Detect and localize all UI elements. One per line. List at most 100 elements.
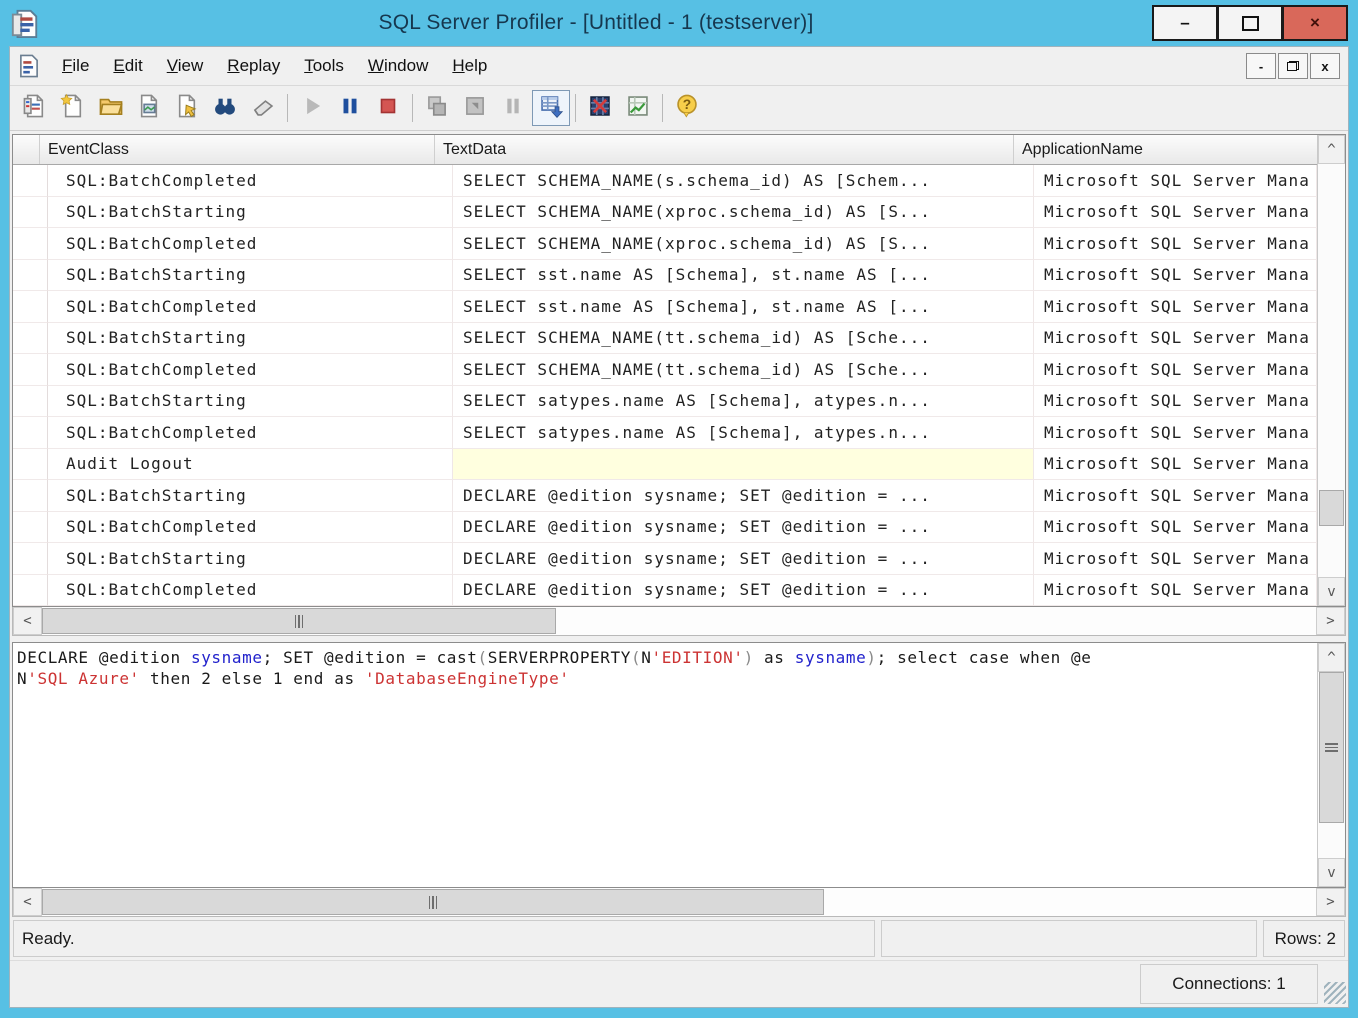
table-row[interactable]: SQL:BatchStartingDECLARE @edition sysnam… [13, 480, 1317, 512]
scroll-left-icon[interactable]: < [13, 888, 42, 916]
find-button[interactable] [206, 90, 244, 126]
grid-horizontal-scrollbar[interactable]: < > [12, 607, 1346, 636]
execute-one-step-button[interactable] [418, 90, 456, 126]
table-row[interactable]: SQL:BatchCompletedSELECT satypes.name AS… [13, 417, 1317, 449]
cell [13, 480, 48, 512]
open-trace-table-button[interactable] [130, 90, 168, 126]
toggle-breakpoint-button[interactable] [494, 90, 532, 126]
menu-edit[interactable]: Edit [101, 51, 154, 81]
sql-vertical-scrollbar[interactable]: ^ v [1317, 643, 1345, 887]
table-row[interactable]: Audit LogoutMicrosoft SQL Server Mana [13, 449, 1317, 481]
organize-columns-button[interactable] [619, 90, 657, 126]
sql-horizontal-scrollbar[interactable]: < > [12, 888, 1346, 917]
cell [13, 543, 48, 575]
open-trace-file-button[interactable] [92, 90, 130, 126]
status-ready: Ready. [13, 920, 875, 957]
child-restore-button[interactable] [1278, 53, 1308, 79]
run-to-cursor-button[interactable] [456, 90, 494, 126]
svg-text:?: ? [683, 95, 691, 111]
start-replay-button[interactable] [293, 90, 331, 126]
menu-items: FileEditViewReplayToolsWindowHelp [50, 51, 1246, 81]
child-minimize-button[interactable]: - [1246, 53, 1276, 79]
cell: SQL:BatchCompleted [48, 575, 453, 607]
extract-event-data-button[interactable] [581, 90, 619, 126]
table-row[interactable]: SQL:BatchStartingSELECT sst.name AS [Sch… [13, 260, 1317, 292]
menu-help[interactable]: Help [440, 51, 499, 81]
window-title: SQL Server Profiler - [Untitled - 1 (tes… [40, 11, 1152, 35]
double-bar-icon [500, 93, 526, 124]
cell [13, 386, 48, 418]
autoscroll-button[interactable] [532, 90, 570, 126]
help-button[interactable]: ? [668, 90, 706, 126]
sql-hscroll-track[interactable] [42, 888, 1316, 916]
grid-hscroll-track[interactable] [42, 607, 1316, 635]
cell [13, 197, 48, 229]
pause-trace-button[interactable] [331, 90, 369, 126]
cell: DECLARE @edition sysname; SET @edition =… [453, 512, 1034, 544]
events-grid: EventClassTextDataApplicationName SQL:Ba… [12, 134, 1346, 607]
resize-grip[interactable] [1324, 982, 1346, 1004]
cell [13, 449, 48, 481]
maximize-button[interactable] [1218, 5, 1283, 41]
table-row[interactable]: SQL:BatchStartingSELECT SCHEMA_NAME(tt.s… [13, 323, 1317, 355]
table-row[interactable]: SQL:BatchCompletedDECLARE @edition sysna… [13, 575, 1317, 607]
scroll-down-icon[interactable]: v [1318, 577, 1345, 606]
cell: DECLARE @edition sysname; SET @edition =… [453, 543, 1034, 575]
cell [13, 291, 48, 323]
cell: Microsoft SQL Server Mana [1034, 260, 1317, 292]
sql-hscroll-thumb[interactable] [42, 889, 824, 915]
table-row[interactable]: SQL:BatchCompletedSELECT sst.name AS [Sc… [13, 291, 1317, 323]
menu-view[interactable]: View [155, 51, 216, 81]
scroll-grip-icon [1325, 743, 1338, 752]
grid-vertical-scrollbar[interactable]: ^ v [1317, 135, 1345, 606]
scroll-right-icon[interactable]: > [1316, 607, 1345, 635]
scroll-left-icon[interactable]: < [13, 607, 42, 635]
cascade-icon [424, 93, 450, 124]
sql-line: DECLARE @edition sysname; SET @edition =… [17, 647, 1315, 668]
column-header-applicationname[interactable]: ApplicationName [1014, 135, 1317, 164]
table-row[interactable]: SQL:BatchStartingDECLARE @edition sysnam… [13, 543, 1317, 575]
scroll-right-icon[interactable]: > [1316, 888, 1345, 916]
menu-tools[interactable]: Tools [292, 51, 356, 81]
table-row[interactable]: SQL:BatchStartingSELECT SCHEMA_NAME(xpro… [13, 197, 1317, 229]
minimize-button[interactable]: – [1152, 5, 1218, 41]
stop-trace-button[interactable] [369, 90, 407, 126]
menubar: FileEditViewReplayToolsWindowHelp - x [10, 47, 1348, 86]
table-row[interactable]: SQL:BatchStartingSELECT satypes.name AS … [13, 386, 1317, 418]
status-spacer-panel [881, 920, 1257, 957]
scroll-up-icon[interactable]: ^ [1318, 643, 1345, 672]
sql-vscroll-thumb[interactable] [1319, 672, 1344, 823]
help-icon: ? [674, 93, 700, 124]
row-selector-header[interactable] [13, 135, 40, 164]
close-button[interactable]: × [1283, 5, 1348, 41]
table-row[interactable]: SQL:BatchCompletedSELECT SCHEMA_NAME(s.s… [13, 165, 1317, 197]
cell: Microsoft SQL Server Mana [1034, 386, 1317, 418]
child-close-button[interactable]: x [1310, 53, 1340, 79]
clear-trace-window-button[interactable] [244, 90, 282, 126]
cell: SELECT SCHEMA_NAME(tt.schema_id) AS [Sch… [453, 354, 1034, 386]
table-row[interactable]: SQL:BatchCompletedSELECT SCHEMA_NAME(tt.… [13, 354, 1317, 386]
sql-detail-pane[interactable]: DECLARE @edition sysname; SET @edition =… [12, 642, 1346, 888]
sql-vscroll-track[interactable] [1318, 672, 1345, 858]
cell [13, 165, 48, 197]
menu-replay[interactable]: Replay [215, 51, 292, 81]
trace-properties-button[interactable] [168, 90, 206, 126]
cell: SQL:BatchStarting [48, 323, 453, 355]
scroll-up-icon[interactable]: ^ [1318, 135, 1345, 164]
titlebar: SQL Server Profiler - [Untitled - 1 (tes… [0, 0, 1358, 46]
grid-vscroll-thumb[interactable] [1319, 490, 1344, 526]
grid-vscroll-track[interactable] [1318, 164, 1345, 577]
profiler-app-icon [10, 8, 40, 38]
column-header-eventclass[interactable]: EventClass [40, 135, 435, 164]
table-row[interactable]: SQL:BatchCompletedSELECT SCHEMA_NAME(xpr… [13, 228, 1317, 260]
grid-hscroll-thumb[interactable] [42, 608, 556, 634]
menu-window[interactable]: Window [356, 51, 440, 81]
menu-file[interactable]: File [50, 51, 101, 81]
table-row[interactable]: SQL:BatchCompletedDECLARE @edition sysna… [13, 512, 1317, 544]
new-document-button[interactable] [54, 90, 92, 126]
new-trace-button[interactable] [16, 90, 54, 126]
cell: Microsoft SQL Server Mana [1034, 512, 1317, 544]
column-header-textdata[interactable]: TextData [435, 135, 1014, 164]
scroll-down-icon[interactable]: v [1318, 858, 1345, 887]
cell: SELECT satypes.name AS [Schema], atypes.… [453, 386, 1034, 418]
